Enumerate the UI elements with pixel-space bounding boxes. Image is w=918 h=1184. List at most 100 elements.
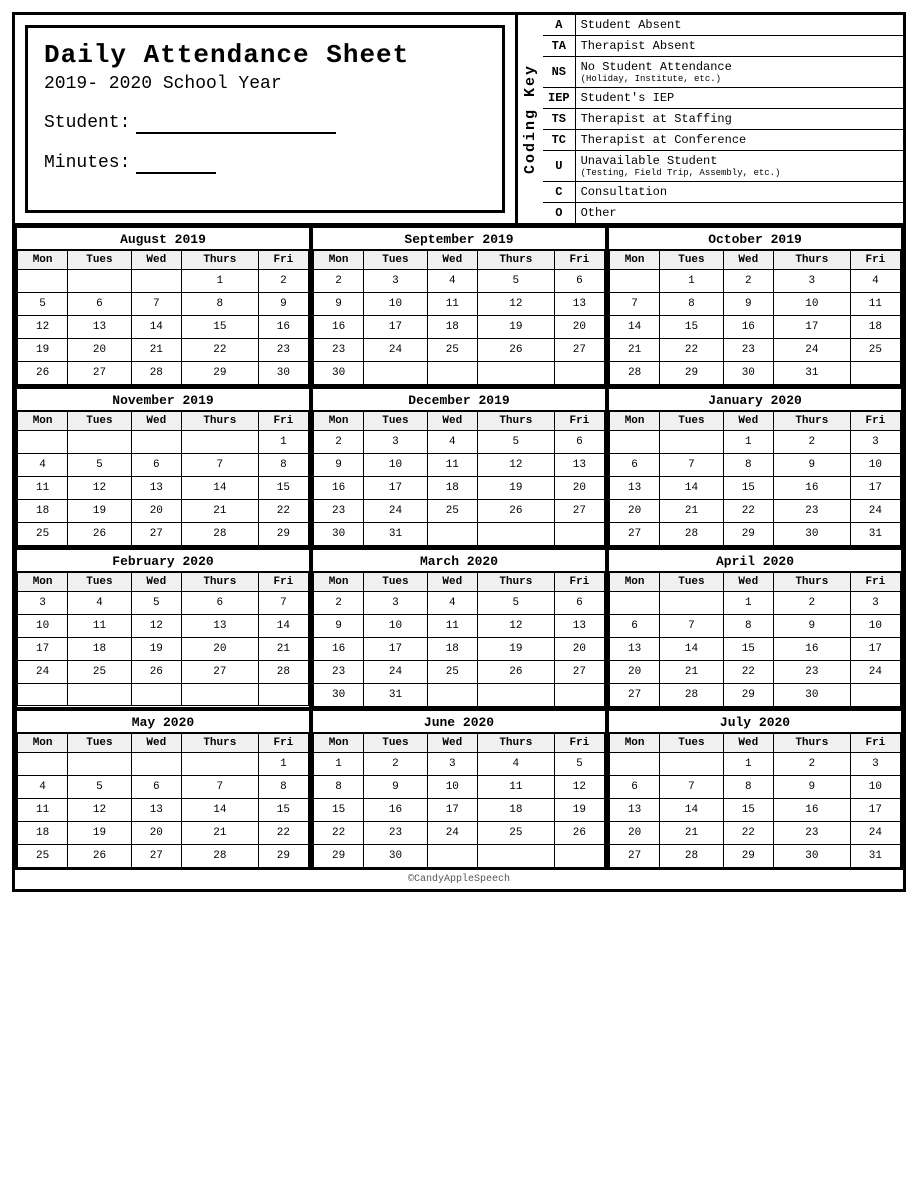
cal-day: 10 [773,293,850,316]
coding-desc-2: No Student Attendance(Holiday, Institute… [575,57,903,88]
school-year: 2019- 2020 School Year [44,74,486,94]
cal-day [477,684,554,707]
cal-day: 24 [850,661,900,684]
cal-table-8: MonTuesWedThursFri1236789101314151617202… [609,572,901,707]
cal-day: 16 [723,316,773,339]
cal-header: Mon [314,412,364,431]
cal-day: 14 [660,638,724,661]
cal-header: Thurs [477,412,554,431]
cal-header: Tues [68,412,132,431]
cal-day [554,684,604,707]
cal-header: Wed [131,251,181,270]
cal-day: 20 [68,339,132,362]
cal-day: 30 [314,362,364,385]
cal-day: 6 [68,293,132,316]
cal-day: 24 [364,500,428,523]
cal-day: 3 [18,592,68,615]
cal-day: 2 [314,592,364,615]
cal-day: 27 [131,523,181,546]
cal-day: 31 [850,845,900,868]
cal-day [68,270,132,293]
cal-header: Fri [850,573,900,592]
cal-day: 3 [364,270,428,293]
cal-header: Mon [18,734,68,753]
cal-header: Tues [660,734,724,753]
cal-table-9: MonTuesWedThursFri1456781112131415181920… [17,733,309,868]
cal-day: 13 [181,615,258,638]
coding-code-0: A [543,15,575,36]
cal-day: 5 [554,753,604,776]
cal-header: Mon [18,412,68,431]
cal-day: 4 [68,592,132,615]
cal-table-4: MonTuesWedThursFri2345691011121316171819… [313,411,605,546]
cal-day: 22 [723,500,773,523]
cal-header: Wed [427,412,477,431]
cal-day: 1 [314,753,364,776]
page-title: Daily Attendance Sheet [44,40,486,70]
coding-key-table: AStudent AbsentTATherapist AbsentNSNo St… [543,15,903,223]
cal-day: 15 [723,799,773,822]
cal-day: 9 [773,454,850,477]
cal-day: 18 [477,799,554,822]
cal-day: 3 [850,753,900,776]
cal-day: 9 [773,776,850,799]
cal-header: Tues [364,573,428,592]
cal-day: 23 [364,822,428,845]
cal-header: Mon [610,573,660,592]
cal-day: 18 [427,316,477,339]
cal-day: 9 [314,293,364,316]
cal-day: 15 [723,638,773,661]
cal-header: Wed [131,734,181,753]
cal-header: Mon [610,251,660,270]
cal-day: 16 [258,316,308,339]
cal-day: 16 [314,638,364,661]
cal-day: 8 [181,293,258,316]
cal-day: 4 [427,270,477,293]
cal-table-0: MonTuesWedThursFri1256789121314151619202… [17,250,309,385]
cal-day [660,431,724,454]
cal-day: 23 [773,822,850,845]
cal-header: Wed [427,251,477,270]
cal-day: 18 [18,822,68,845]
cal-day: 21 [181,500,258,523]
cal-day: 16 [773,477,850,500]
cal-day: 7 [660,454,724,477]
cal-day: 2 [364,753,428,776]
cal-day: 9 [723,293,773,316]
cal-day: 28 [181,845,258,868]
cal-day: 28 [181,523,258,546]
cal-header: Thurs [477,573,554,592]
calendar-title-6: February 2020 [17,550,309,572]
cal-day: 3 [427,753,477,776]
cal-day: 21 [660,500,724,523]
cal-table-7: MonTuesWedThursFri2345691011121316171819… [313,572,605,707]
cal-day: 26 [18,362,68,385]
cal-header: Fri [258,412,308,431]
cal-day: 30 [258,362,308,385]
cal-day: 22 [258,500,308,523]
cal-header: Thurs [773,734,850,753]
cal-day: 6 [131,454,181,477]
cal-day: 17 [850,477,900,500]
cal-day: 16 [364,799,428,822]
cal-day: 12 [477,615,554,638]
cal-day: 3 [364,431,428,454]
cal-day: 14 [660,477,724,500]
cal-day: 31 [364,523,428,546]
cal-day: 20 [610,500,660,523]
cal-day: 11 [850,293,900,316]
cal-day [364,362,428,385]
cal-day: 2 [773,753,850,776]
cal-day: 28 [131,362,181,385]
calendar-title-4: December 2019 [313,389,605,411]
cal-day: 10 [364,615,428,638]
cal-day: 23 [773,661,850,684]
cal-day: 25 [427,339,477,362]
cal-day: 27 [554,339,604,362]
cal-header: Thurs [477,734,554,753]
cal-day: 30 [314,523,364,546]
cal-day: 4 [850,270,900,293]
cal-day: 12 [554,776,604,799]
cal-day [131,270,181,293]
cal-day: 9 [364,776,428,799]
